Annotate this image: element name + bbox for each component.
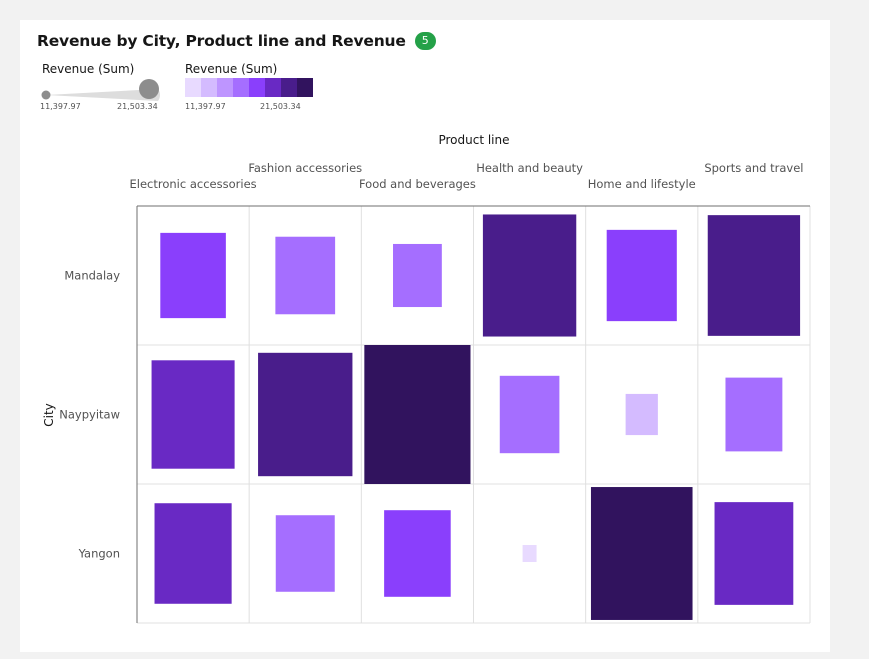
heatmap-cell[interactable] [384, 510, 451, 597]
heatmap-cell[interactable] [393, 243, 442, 308]
heatmap-cell[interactable] [275, 515, 335, 592]
heatmap-cell[interactable] [707, 215, 801, 336]
heatmap-cell[interactable] [625, 393, 658, 436]
x-axis-title: Product line [438, 133, 509, 147]
heatmap-plot: Electronic accessories Fashion accessorie… [42, 133, 811, 624]
heatmap-cell[interactable] [364, 345, 471, 484]
heatmap-cell[interactable] [590, 487, 693, 620]
x-tick-label: Health and beauty [476, 161, 583, 175]
heatmap-cell[interactable] [275, 236, 336, 315]
heatmap-cell[interactable] [154, 503, 232, 604]
heatmap-cell[interactable] [725, 377, 783, 452]
y-tick-label: Naypyitaw [59, 408, 120, 422]
y-axis-title: City [42, 403, 56, 427]
x-tick-label: Sports and travel [704, 161, 803, 175]
heatmap-cell[interactable] [606, 229, 677, 322]
chart-card: Revenue by City, Product line and Revenu… [20, 20, 830, 652]
y-tick-label: Yangon [78, 547, 120, 561]
x-tick-label: Home and lifestyle [588, 177, 696, 191]
x-tick-label: Fashion accessories [248, 161, 362, 175]
heatmap-cell[interactable] [160, 232, 226, 319]
x-tick-label: Food and beverages [359, 177, 476, 191]
heatmap-cell[interactable] [482, 214, 577, 337]
heatmap-cell[interactable] [151, 360, 235, 469]
page-scrollbar-track[interactable] [845, 0, 869, 659]
heatmap-cell[interactable] [714, 502, 794, 605]
heatmap-cell[interactable] [258, 352, 353, 477]
x-tick-label: Electronic accessories [130, 177, 257, 191]
heatmap-cell[interactable] [499, 375, 560, 454]
y-tick-label: Mandalay [64, 269, 120, 283]
heatmap-cell[interactable] [522, 544, 537, 563]
